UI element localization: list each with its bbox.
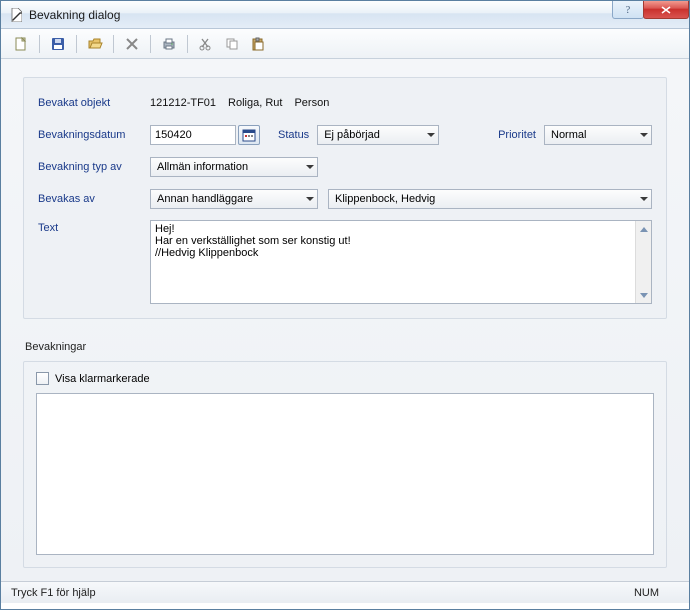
checkbox-visa-klarmarkerade[interactable]: Visa klarmarkerade [36, 372, 654, 385]
combo-prioritet[interactable]: Normal [544, 125, 652, 145]
checkbox-box[interactable] [36, 372, 49, 385]
copy-icon[interactable] [222, 34, 242, 54]
toolbar-separator [76, 35, 77, 53]
open-icon[interactable] [85, 34, 105, 54]
status-num: NUM [634, 587, 659, 599]
help-button[interactable]: ? [612, 1, 644, 19]
cut-icon[interactable] [196, 34, 216, 54]
row-bevakat-objekt: Bevakat objekt 121212-TF01 Roliga, Rut P… [38, 92, 652, 114]
input-bevakningsdatum[interactable] [150, 125, 236, 145]
chevron-down-icon [640, 197, 648, 201]
scroll-down-button[interactable] [636, 287, 651, 303]
lower-panel: Visa klarmarkerade [23, 361, 667, 568]
listbox-bevakningar[interactable] [36, 393, 654, 555]
combo-bevakning-typ-value: Allmän information [157, 161, 248, 173]
window-title: Bevakning dialog [29, 8, 120, 22]
label-text: Text [38, 220, 150, 234]
row-bevakas-av: Bevakas av Annan handläggare Klippenbock… [38, 188, 652, 210]
svg-text:?: ? [626, 5, 631, 15]
calendar-button[interactable] [238, 125, 260, 145]
print-icon[interactable] [159, 34, 179, 54]
value-bevakat-objekt-type: Person [294, 97, 329, 109]
paste-icon[interactable] [248, 34, 268, 54]
chevron-down-icon [640, 133, 648, 137]
save-icon[interactable] [48, 34, 68, 54]
section-label-bevakningar: Bevakningar [25, 341, 667, 353]
form-panel: Bevakat objekt 121212-TF01 Roliga, Rut P… [23, 77, 667, 319]
textarea-wrap [150, 220, 652, 304]
value-bevakat-objekt-name: Roliga, Rut [228, 97, 282, 109]
label-bevakning-typ: Bevakning typ av [38, 161, 150, 173]
textarea-text[interactable] [151, 221, 635, 303]
toolbar-separator [113, 35, 114, 53]
title-bar: Bevakning dialog ? [1, 1, 689, 29]
combo-status[interactable]: Ej påbörjad [317, 125, 439, 145]
label-bevakningsdatum: Bevakningsdatum [38, 129, 150, 141]
value-bevakat-objekt-id: 121212-TF01 [150, 97, 216, 109]
status-help-text: Tryck F1 för hjälp [11, 587, 96, 599]
new-icon[interactable] [11, 34, 31, 54]
chevron-down-icon [306, 197, 314, 201]
toolbar [1, 29, 689, 59]
combo-status-value: Ej påbörjad [324, 129, 380, 141]
combo-bevakning-typ[interactable]: Allmän information [150, 157, 318, 177]
label-bevakas-av: Bevakas av [38, 193, 150, 205]
scrollbar[interactable] [635, 221, 651, 303]
row-bevakningsdatum: Bevakningsdatum Status Ej påbörjad Prior… [38, 124, 652, 146]
chevron-down-icon [306, 165, 314, 169]
row-bevakning-typ: Bevakning typ av Allmän information [38, 156, 652, 178]
status-bar: Tryck F1 för hjälp NUM [1, 581, 689, 603]
label-status: Status [278, 129, 309, 141]
label-prioritet: Prioritet [498, 129, 536, 141]
app-icon [9, 8, 23, 22]
toolbar-separator [187, 35, 188, 53]
toolbar-separator [150, 35, 151, 53]
combo-bevakas-av-person[interactable]: Klippenbock, Hedvig [328, 189, 652, 209]
toolbar-separator [39, 35, 40, 53]
combo-bevakas-av-role[interactable]: Annan handläggare [150, 189, 318, 209]
window-buttons: ? [613, 1, 689, 19]
content-area: Bevakat objekt 121212-TF01 Roliga, Rut P… [1, 59, 689, 581]
combo-prioritet-value: Normal [551, 129, 586, 141]
combo-bevakas-av-role-value: Annan handläggare [157, 193, 253, 205]
checkbox-label: Visa klarmarkerade [55, 373, 150, 385]
scroll-up-button[interactable] [636, 221, 651, 237]
row-text: Text [38, 220, 652, 304]
chevron-down-icon [427, 133, 435, 137]
delete-icon[interactable] [122, 34, 142, 54]
close-button[interactable] [643, 1, 689, 19]
label-bevakat-objekt: Bevakat objekt [38, 97, 150, 109]
combo-bevakas-av-person-value: Klippenbock, Hedvig [335, 193, 435, 205]
